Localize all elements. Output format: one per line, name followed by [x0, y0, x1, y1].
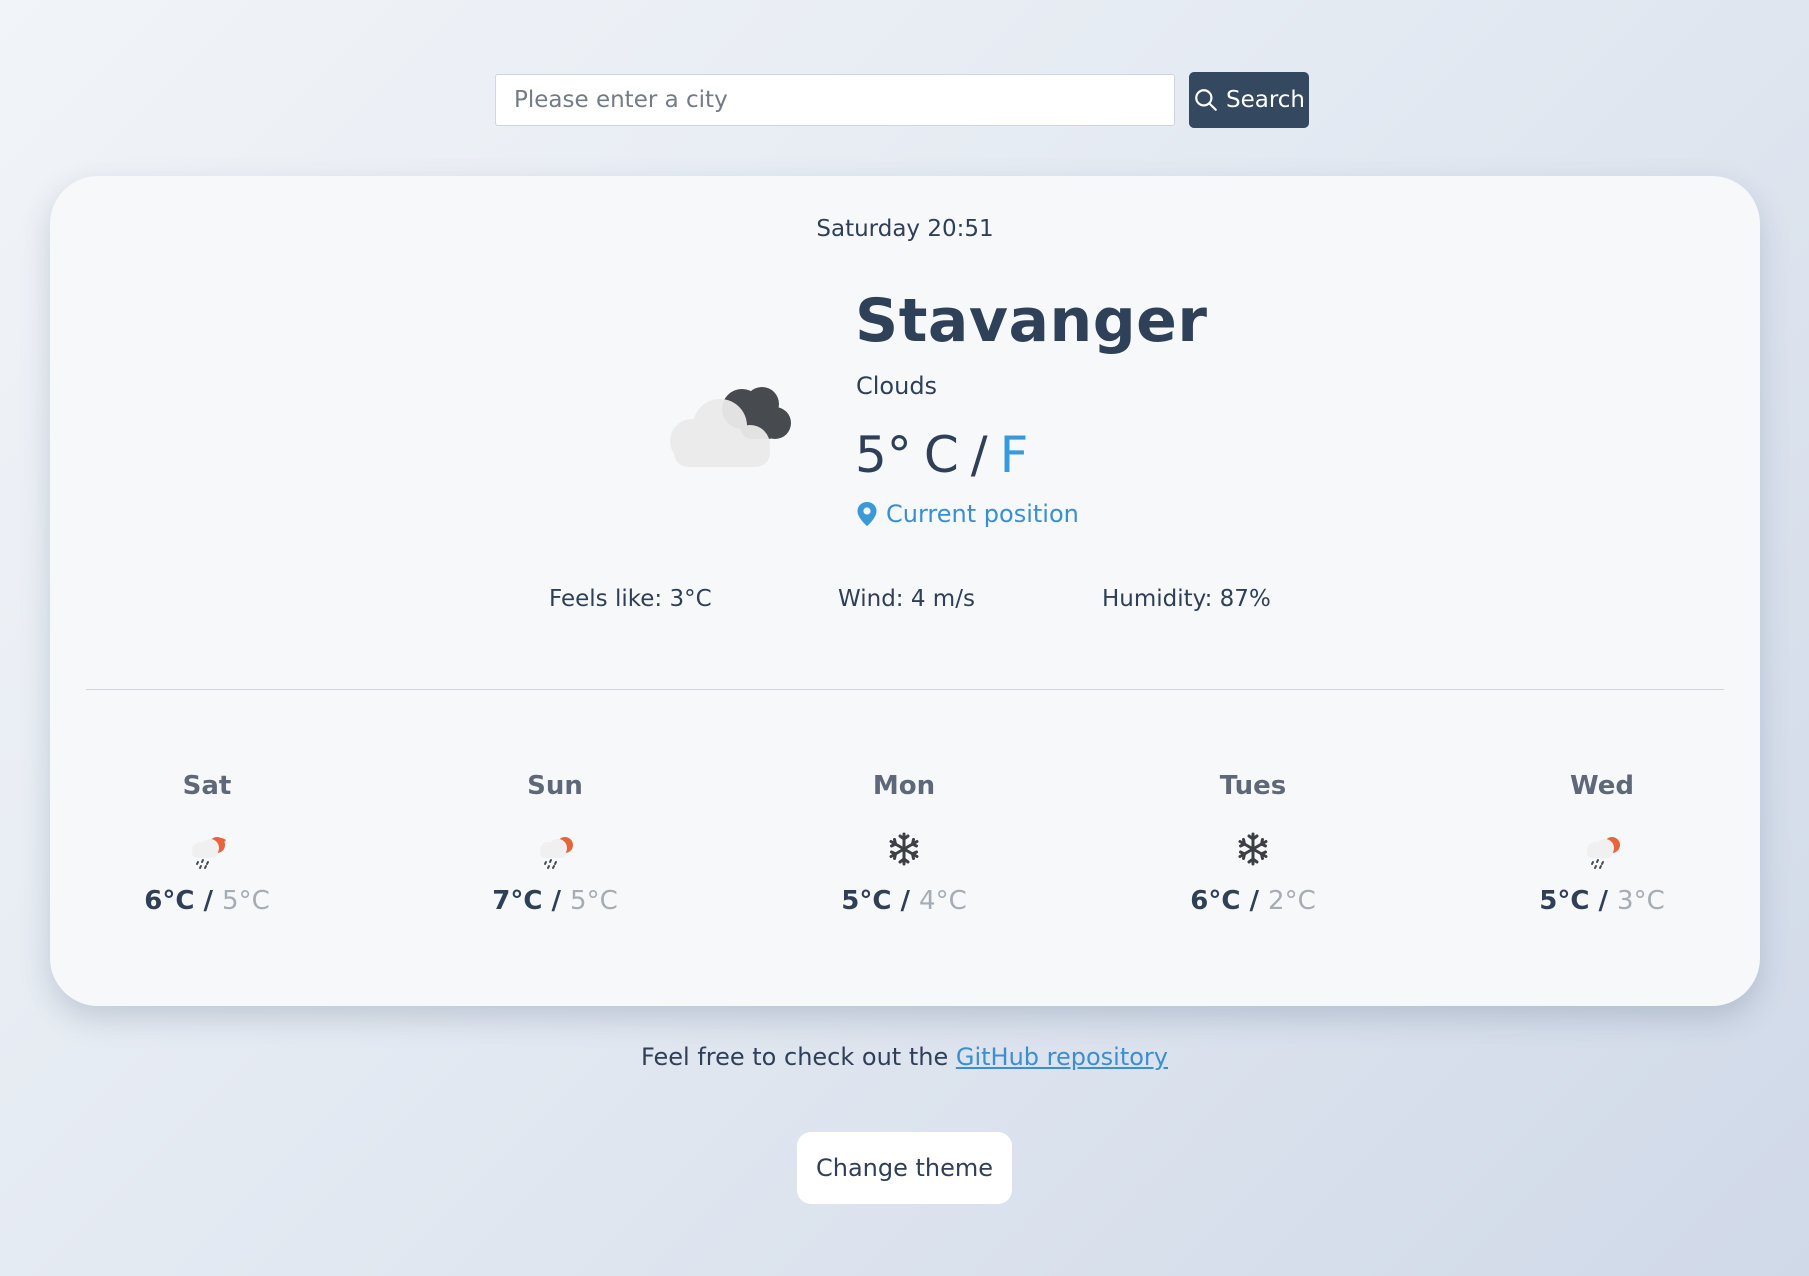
forecast-temp-max: 6°C [144, 886, 195, 916]
map-pin-icon [857, 502, 877, 526]
forecast-temp-min: 5°C [570, 886, 618, 916]
github-repository-link[interactable]: GitHub repository [956, 1043, 1168, 1071]
search-bar: Search [495, 72, 1309, 128]
change-theme-button[interactable]: Change theme [797, 1132, 1012, 1204]
forecast: Sat 6°C / 5°C Sun 7°C / 5°C Mon 5°C / 4°… [50, 766, 1760, 956]
search-button[interactable]: Search [1189, 72, 1309, 128]
weather-card: Saturday 20:51 Stavanger Clouds 5° C / F… [50, 176, 1760, 1006]
feels-like: Feels like: 3°C [549, 586, 712, 612]
unit-separator: / [970, 426, 988, 484]
search-input[interactable] [495, 74, 1175, 126]
forecast-temps: 7°C / 5°C [435, 886, 675, 916]
forecast-day: Sun 7°C / 5°C [435, 766, 675, 916]
forecast-day: Mon 5°C / 4°C [784, 766, 1024, 916]
footer-text: Feel free to check out the GitHub reposi… [0, 1043, 1809, 1071]
forecast-temp-separator: / [194, 886, 223, 916]
sun-rain-icon [192, 837, 226, 869]
forecast-temp-separator: / [891, 886, 920, 916]
forecast-temp-min: 2°C [1268, 886, 1316, 916]
forecast-temps: 5°C / 4°C [784, 886, 1024, 916]
weather-details: Feels like: 3°C Wind: 4 m/s Humidity: 87… [50, 586, 1760, 626]
current-datetime: Saturday 20:51 [816, 216, 994, 242]
sun-rain-icon [540, 837, 573, 869]
forecast-day-label: Sun [527, 771, 583, 801]
forecast-day: Tues 6°C / 2°C [1133, 766, 1373, 916]
night-cloud-icon [670, 387, 791, 467]
current-temperature: 5° C / F [855, 426, 1028, 484]
forecast-day: Sat 6°C / 5°C [87, 766, 327, 916]
forecast-day: Wed 5°C / 3°C [1482, 766, 1722, 916]
forecast-temp-max: 5°C [841, 886, 892, 916]
forecast-temp-max: 6°C [1190, 886, 1241, 916]
forecast-temp-min: 3°C [1617, 886, 1665, 916]
current-position-label: Current position [886, 500, 1079, 528]
humidity: Humidity: 87% [1102, 586, 1271, 612]
unit-celsius-toggle[interactable]: C [924, 426, 959, 484]
temperature-value: 5° [855, 426, 912, 484]
forecast-temp-separator: / [1589, 886, 1618, 916]
snowflake-icon [1238, 832, 1268, 866]
unit-fahrenheit-toggle[interactable]: F [1000, 426, 1029, 484]
wind: Wind: 4 m/s [838, 586, 975, 612]
forecast-temp-separator: / [542, 886, 571, 916]
sun-rain-icon [1587, 837, 1620, 869]
search-icon [1195, 89, 1217, 111]
forecast-temps: 5°C / 3°C [1482, 886, 1722, 916]
city-name: Stavanger [855, 286, 1208, 356]
forecast-temp-max: 7°C [492, 886, 543, 916]
current-position-link[interactable]: Current position [856, 500, 1079, 528]
forecast-day-label: Sat [182, 771, 232, 801]
forecast-temp-separator: / [1240, 886, 1269, 916]
forecast-day-label: Mon [872, 771, 936, 801]
forecast-temp-min: 4°C [919, 886, 967, 916]
divider [86, 689, 1724, 690]
forecast-temps: 6°C / 5°C [87, 886, 327, 916]
forecast-day-label: Wed [1570, 771, 1634, 801]
forecast-temps: 6°C / 2°C [1133, 886, 1373, 916]
forecast-day-label: Tues [1219, 771, 1287, 801]
forecast-temp-min: 5°C [222, 886, 270, 916]
snowflake-icon [889, 832, 919, 866]
forecast-temp-max: 5°C [1539, 886, 1590, 916]
weather-condition: Clouds [856, 372, 938, 400]
footer-message: Feel free to check out the [641, 1043, 956, 1071]
search-button-label: Search [1225, 87, 1306, 113]
